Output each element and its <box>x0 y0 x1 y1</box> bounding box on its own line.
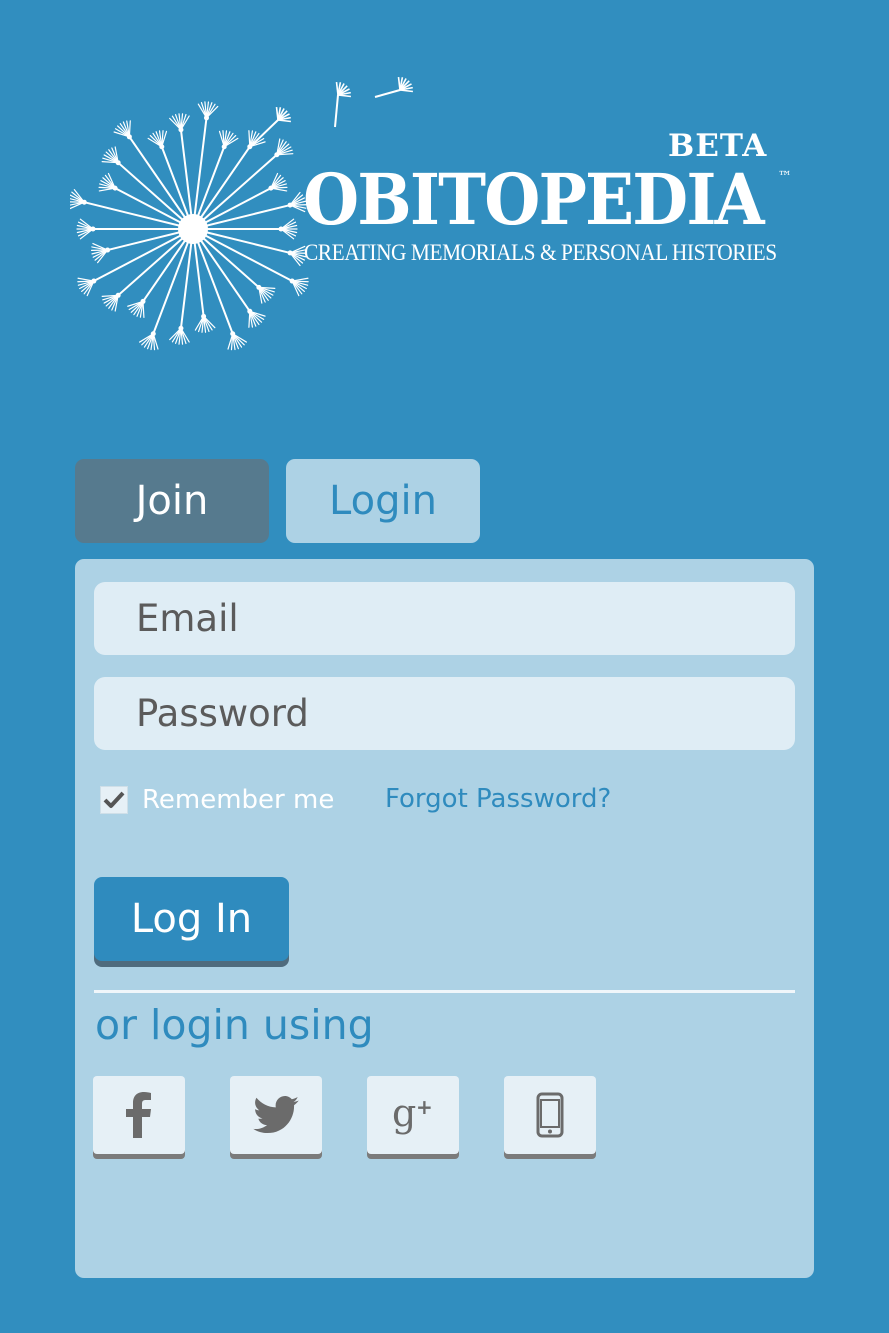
tab-login[interactable]: Login <box>286 459 480 543</box>
log-in-button[interactable]: Log In <box>94 877 289 961</box>
remember-label: Remember me <box>142 785 335 815</box>
forgot-password-link[interactable]: Forgot Password? <box>385 784 611 814</box>
brand-name: OBITOPEDIA <box>303 158 765 241</box>
twitter-icon <box>253 1096 299 1134</box>
email-field[interactable] <box>94 582 795 655</box>
password-field[interactable] <box>94 677 795 750</box>
google-plus-icon: g + <box>392 1092 433 1135</box>
svg-text:+: + <box>416 1095 433 1119</box>
checkmark-icon <box>103 791 125 808</box>
twitter-login-button[interactable] <box>230 1076 322 1154</box>
facebook-icon <box>126 1092 151 1138</box>
svg-text:g: g <box>392 1092 416 1135</box>
tab-join[interactable]: Join <box>75 459 269 543</box>
login-panel: Remember me Forgot Password? Log In or l… <box>75 559 814 1278</box>
phone-login-button[interactable] <box>504 1076 596 1154</box>
login-screen: BETA OBITOPEDIA ™ CREATING MEMORIALS & P… <box>0 0 889 1333</box>
alt-login-label: or login using <box>95 1001 374 1049</box>
phone-icon <box>536 1092 564 1138</box>
divider <box>94 990 795 993</box>
remember-checkbox[interactable] <box>100 786 128 814</box>
tagline: CREATING MEMORIALS & PERSONAL HISTORIES <box>304 240 777 265</box>
trademark: ™ <box>778 169 792 185</box>
facebook-login-button[interactable] <box>93 1076 185 1154</box>
remember-me[interactable]: Remember me <box>100 785 334 815</box>
google-plus-login-button[interactable]: g + <box>367 1076 459 1154</box>
logo: BETA OBITOPEDIA ™ CREATING MEMORIALS & P… <box>0 0 889 360</box>
